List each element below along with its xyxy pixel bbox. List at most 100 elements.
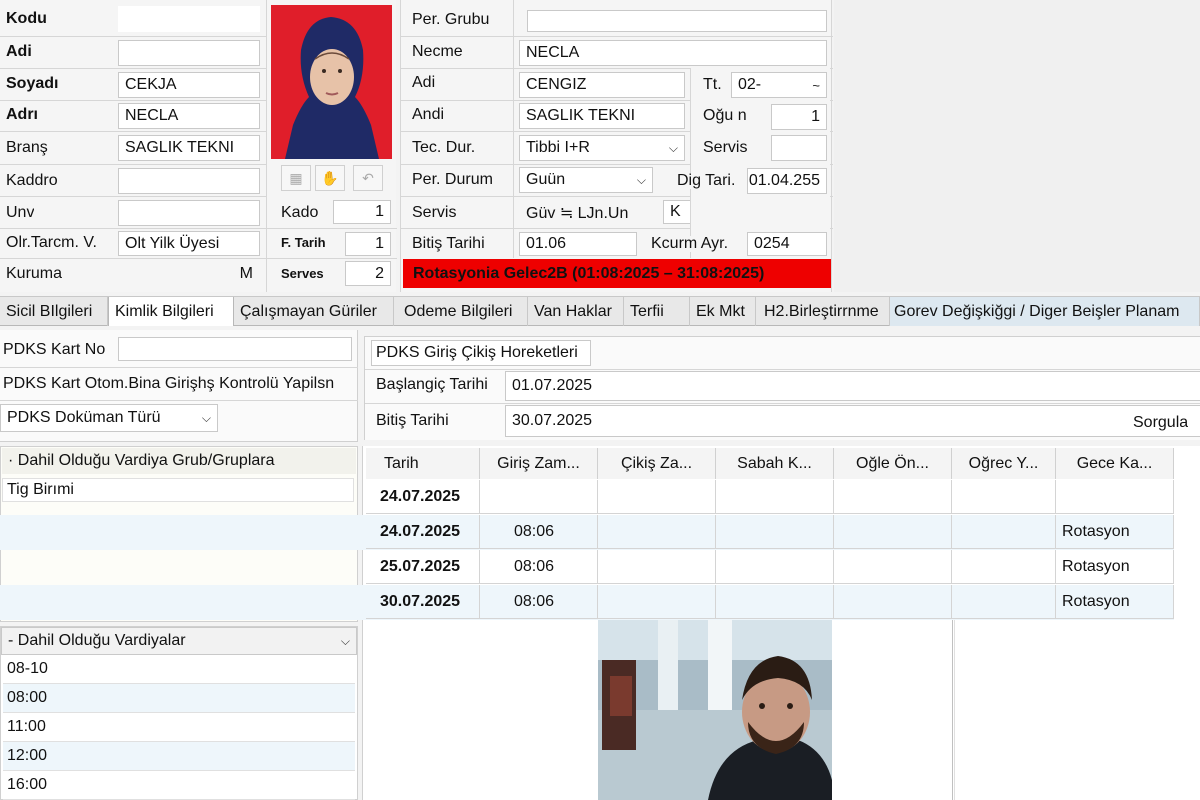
table-cell[interactable]: Rotasyon	[1056, 515, 1174, 549]
kado-label: Kado	[281, 205, 319, 221]
table-cell[interactable]	[716, 515, 834, 549]
employee-photo	[271, 5, 392, 159]
table-cell[interactable]: 30.07.2025	[366, 585, 480, 619]
table-cell[interactable]: 24.07.2025	[366, 515, 480, 549]
table-cell[interactable]: 24.07.2025	[366, 480, 480, 514]
hand-icon[interactable]: ✋	[315, 165, 345, 191]
list-item[interactable]: 11:00	[3, 713, 355, 742]
tab-sicil[interactable]: Sicil BIlgileri	[0, 297, 108, 326]
adri-field[interactable]: NECLA	[118, 103, 260, 129]
table-cell[interactable]	[1056, 480, 1174, 514]
table-cell[interactable]	[598, 585, 716, 619]
col-header-ogrec[interactable]: Oğrec Y...	[952, 448, 1056, 479]
tab-birlestirme[interactable]: H2.Birleştirrnme	[758, 297, 890, 326]
table-cell[interactable]	[952, 515, 1056, 549]
tt-extra: ~	[812, 77, 820, 93]
table-cell[interactable]: 08:06	[480, 550, 598, 584]
table-cell[interactable]	[952, 585, 1056, 619]
table-cell[interactable]	[952, 550, 1056, 584]
table-row[interactable]: 25.07.2025 08:06 Rotasyon	[0, 550, 1174, 585]
sorgula-button[interactable]: Sorgula	[1133, 415, 1189, 431]
unv-label: Unv	[6, 205, 35, 221]
table-cell[interactable]: 25.07.2025	[366, 550, 480, 584]
adi-field-mid[interactable]: CENGIZ	[519, 72, 685, 98]
table-cell[interactable]	[716, 480, 834, 514]
col-header-sabah[interactable]: Sabah K...	[716, 448, 834, 479]
serves-field[interactable]: 2	[345, 261, 391, 286]
tt-field[interactable]: 02- ~	[731, 72, 827, 98]
table-cell[interactable]	[834, 515, 952, 549]
table-cell[interactable]	[598, 480, 716, 514]
vardiyalar-title[interactable]: - Dahil Olduğu Vardiyalar ⌵	[1, 627, 357, 655]
kaddro-field[interactable]	[118, 168, 260, 194]
tab-calismayan[interactable]: Çalışmayan Güriler	[234, 297, 394, 326]
table-cell[interactable]	[716, 550, 834, 584]
col-header-cikis[interactable]: Çikiş Za...	[598, 448, 716, 479]
list-item[interactable]: 08:00	[3, 684, 355, 713]
table-cell[interactable]	[598, 515, 716, 549]
col-header-giris[interactable]: Giriş Zam...	[480, 448, 598, 479]
serves-label: Serves	[281, 267, 324, 280]
necme-field[interactable]: NECLA	[519, 40, 827, 66]
tab-gorev[interactable]: Gorev Değişkiğgi / Diger Beişler Planam	[890, 297, 1200, 326]
per-durum-select[interactable]: Guün ⌵	[519, 167, 653, 193]
table-row[interactable]: 30.07.2025 08:06 Rotasyon	[0, 585, 1174, 620]
dig-field[interactable]: 01.04.255	[747, 168, 827, 194]
table-row[interactable]: 24.07.2025	[0, 480, 1174, 515]
servis-field-mid[interactable]: Güv ≒ LJn.Un	[519, 200, 657, 226]
table-cell[interactable]: 08:06	[480, 515, 598, 549]
list-item[interactable]: 12:00	[3, 742, 355, 771]
undo-icon[interactable]: ↶	[353, 165, 383, 191]
table-cell[interactable]	[716, 585, 834, 619]
tab-odeme[interactable]: Odeme Bilgileri	[398, 297, 528, 326]
vardiyalar-title-text: - Dahil Olduğu Vardiyalar	[8, 632, 186, 649]
table-cell[interactable]	[834, 480, 952, 514]
kcurm-field[interactable]: 0254	[747, 232, 827, 256]
olr-label: Olr.Tarcm. V.	[6, 235, 97, 251]
kodu-field[interactable]	[118, 6, 260, 32]
grid-icon[interactable]: ▦	[281, 165, 311, 191]
kado-field[interactable]: 1	[333, 200, 391, 224]
ogun-field[interactable]: 1	[771, 104, 827, 130]
pdks-kart-no-field[interactable]	[118, 337, 352, 361]
tt-label: Tt.	[703, 77, 722, 93]
table-cell[interactable]: Rotasyon	[1056, 585, 1174, 619]
table-cell[interactable]: Rotasyon	[1056, 550, 1174, 584]
table-cell[interactable]	[834, 585, 952, 619]
servis-k-value: K	[670, 203, 681, 220]
table-cell[interactable]: 08:06	[480, 585, 598, 619]
olr-field[interactable]: Olt Yilk Üyesi	[118, 231, 260, 256]
tab-terfii[interactable]: Terfii	[624, 297, 690, 326]
table-row[interactable]: 24.07.2025 08:06 Rotasyon	[0, 515, 1174, 550]
bitis-tarihi-field[interactable]: 30.07.2025	[505, 405, 1200, 437]
tec-dur-select[interactable]: Tibbi I+R ⌵	[519, 135, 685, 161]
list-item[interactable]: 08-10	[3, 655, 355, 684]
adi-field[interactable]	[118, 40, 260, 66]
table-cell[interactable]	[480, 480, 598, 514]
unv-field[interactable]	[118, 200, 260, 226]
table-cell[interactable]	[952, 480, 1056, 514]
servis-field-right[interactable]	[771, 135, 827, 161]
soyadi-field[interactable]: CEKJA	[118, 72, 260, 98]
ftarih-field[interactable]: 1	[345, 232, 391, 256]
brans-field[interactable]: SAGLIK TEKNI	[118, 135, 260, 161]
top-right-empty-area	[834, 0, 1200, 292]
kuruma-field[interactable]: M	[118, 261, 260, 287]
photo-panel: ▦ ✋ ↶ Kado 1 F. Tarih 1 Serves 2	[266, 0, 397, 292]
table-cell[interactable]	[598, 550, 716, 584]
list-item[interactable]: 16:00	[3, 771, 355, 800]
bitis-field-mid[interactable]: 01.06	[519, 232, 637, 256]
andi-field[interactable]: SAGLIK TEKNI	[519, 103, 685, 129]
tab-kimlik[interactable]: Kimlik Bilgileri	[108, 297, 234, 326]
tab-van-haklar[interactable]: Van Haklar	[528, 297, 624, 326]
per-grubu-field[interactable]	[527, 10, 827, 32]
brans-label: Branş	[6, 140, 48, 156]
necme-label: Necme	[412, 44, 463, 60]
col-header-ogle[interactable]: Oğle Ön...	[834, 448, 952, 479]
baslangic-tarihi-field[interactable]: 01.07.2025	[505, 371, 1200, 401]
tab-ek-mkt[interactable]: Ek Mkt	[690, 297, 756, 326]
pdks-dokuman-turu-select[interactable]: PDKS Doküman Türü ⌵	[0, 404, 218, 432]
col-header-tarih[interactable]: Tarih	[366, 448, 480, 479]
table-cell[interactable]	[834, 550, 952, 584]
col-header-gece[interactable]: Gece Ka...	[1056, 448, 1174, 479]
